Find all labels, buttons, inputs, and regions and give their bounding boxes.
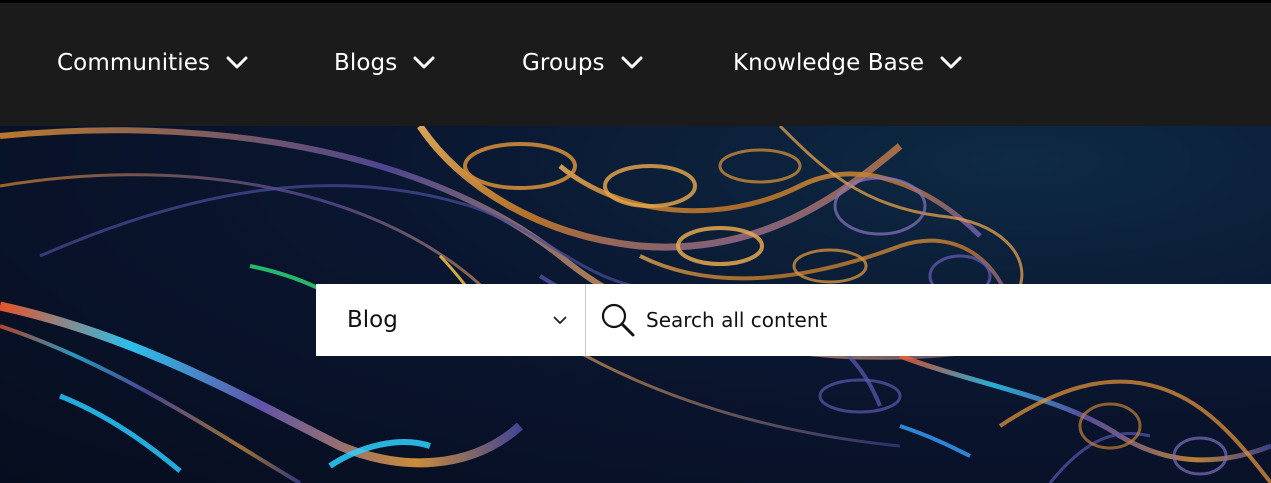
search-scope-label: Blog [347,307,398,333]
nav-item-label: Knowledge Base [733,50,925,76]
search-bar: Blog [316,284,1271,356]
page: Communities Blogs Groups Knowledge Base [0,0,1271,483]
search-scope-select[interactable]: Blog [316,284,586,356]
nav-item-blogs[interactable]: Blogs [334,46,435,80]
nav-item-knowledge-base[interactable]: Knowledge Base [733,46,962,80]
nav-item-label: Blogs [334,50,398,76]
nav-item-label: Groups [522,50,605,76]
nav-item-groups[interactable]: Groups [522,46,643,80]
search-icon[interactable] [600,302,636,338]
search-input[interactable] [646,300,1246,340]
search-field [586,284,1271,356]
chevron-down-icon [621,56,643,69]
chevron-down-icon [940,56,962,69]
top-navigation: Communities Blogs Groups Knowledge Base [0,0,1271,126]
nav-item-label: Communities [57,50,211,76]
chevron-down-icon [553,316,567,324]
nav-item-communities[interactable]: Communities [57,46,248,80]
chevron-down-icon [413,56,435,69]
chevron-down-icon [226,56,248,69]
